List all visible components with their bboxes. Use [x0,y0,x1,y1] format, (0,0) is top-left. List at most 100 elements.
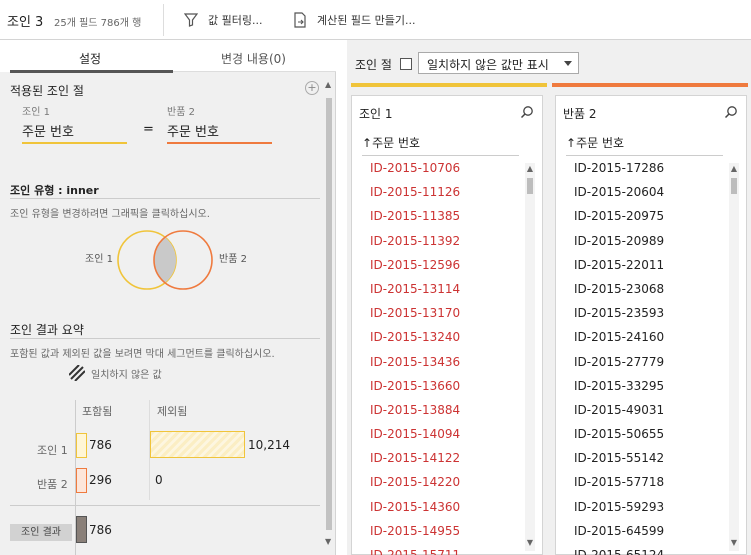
result-divider [10,505,320,506]
list-item[interactable]: ID-2015-55142 [556,446,736,470]
join-type-divider [10,198,320,199]
list-item[interactable]: ID-2015-57718 [556,470,736,494]
list-item[interactable]: ID-2015-13884 [352,398,532,422]
settings-tabs: 설정 변경 내용(0) [0,40,336,73]
hatched-legend-icon [69,365,85,381]
join1-included-bar[interactable] [76,433,87,458]
join1-values-list: ID-2015-10706 ID-2015-11126 ID-2015-11385 I… [352,156,532,555]
list-item[interactable]: ID-2015-20975 [556,204,736,228]
excluded-column-header: 제외됨 [157,405,188,418]
summary-row-label-returns2: 반품 2 [37,478,68,491]
scroll-down-arrow-icon[interactable]: ▼ [325,537,331,546]
right-field-underline [167,142,272,144]
join-summary-title: 조인 결과 요약 [10,323,84,337]
unmatched-filter-value: 일치하지 않은 값만 표시 [427,58,549,72]
list-item[interactable]: ID-2015-50655 [556,422,736,446]
list-item[interactable]: ID-2015-13660 [352,374,532,398]
venn-left-label: 조인 1 [85,254,113,265]
join-result-count: 786 [89,523,112,537]
join-clause-label: 조인 절 [355,58,392,72]
join1-list-scroll-thumb[interactable] [527,178,533,194]
step-stats: 25개 필드 786개 행 [54,18,142,29]
list-item[interactable]: ID-2015-13114 [352,277,532,301]
join-type-venn-diagram[interactable] [110,225,220,295]
calculated-field-icon [294,12,306,28]
left-join-field[interactable]: 주문 번호 [22,121,74,140]
join1-excluded-bar[interactable] [150,431,245,458]
join-result-label: 조인 결과 [10,524,72,541]
returns2-list-scrollbar[interactable] [729,163,739,551]
tab-changes[interactable]: 변경 내용(0) [221,50,286,67]
list-item[interactable]: ID-2015-13240 [352,325,532,349]
scroll-down-arrow-icon[interactable]: ▼ [731,538,737,547]
show-unmatched-checkbox[interactable] [400,58,412,70]
search-icon[interactable] [520,105,534,119]
unmatched-legend-label: 일치하지 않은 값 [91,370,162,381]
returns2-values-list: ID-2015-17286 ID-2015-20604 ID-2015-20975 I… [556,156,736,555]
list-item[interactable]: ID-2015-49031 [556,398,736,422]
applied-join-clause-title: 적용된 조인 절 [10,84,84,98]
join1-color-bar [351,83,547,87]
venn-right-label: 반품 2 [219,254,247,265]
list-item[interactable]: ID-2015-20989 [556,229,736,253]
list-item[interactable]: ID-2015-14360 [352,495,532,519]
join-result-bar[interactable] [76,516,87,543]
join-type-title: 조인 유형 : inner [10,184,99,197]
summary-row-label-join1: 조인 1 [37,444,68,457]
active-tab-indicator [10,70,173,73]
scroll-up-arrow-icon[interactable]: ▲ [731,164,737,173]
list-item[interactable]: ID-2015-14122 [352,446,532,470]
summary-divider [10,338,320,339]
list-item[interactable]: ID-2015-13170 [352,301,532,325]
tab-settings[interactable]: 설정 [79,50,101,67]
list-item[interactable]: ID-2015-27779 [556,350,736,374]
list-item[interactable]: ID-2015-17286 [556,156,736,180]
list-item[interactable]: ID-2015-14220 [352,470,532,494]
list-item[interactable]: ID-2015-33295 [556,374,736,398]
join1-list-scrollbar[interactable] [525,163,535,551]
join-type-hint: 조인 유형을 변경하려면 그래픽을 클릭하십시오. [10,209,210,220]
settings-scroll-thumb[interactable] [326,98,332,530]
list-item[interactable]: ID-2015-15711 [352,543,532,555]
toolbar-divider [163,4,164,36]
list-item[interactable]: ID-2015-14094 [352,422,532,446]
right-input-label: 반품 2 [167,107,195,118]
list-item[interactable]: ID-2015-20604 [556,180,736,204]
returns2-field-header-label: 주문 번호 [576,136,625,150]
list-item[interactable]: ID-2015-24160 [556,325,736,349]
top-toolbar: 조인 3 25개 필드 786개 행 값 필터링... 계산된 필드 만들기..… [0,0,751,40]
list-item[interactable]: ID-2015-64599 [556,519,736,543]
filter-values-button[interactable]: 값 필터링... [184,10,262,30]
right-join-field[interactable]: 주문 번호 [167,121,219,140]
returns2-included-bar[interactable] [76,468,87,493]
filter-values-label: 값 필터링... [208,14,263,27]
unmatched-filter-dropdown[interactable]: 일치하지 않은 값만 표시 [418,52,579,74]
scroll-up-arrow-icon[interactable]: ▲ [527,164,533,173]
list-item[interactable]: ID-2015-11126 [352,180,532,204]
join-operator[interactable]: = [143,122,154,137]
list-item[interactable]: ID-2015-59293 [556,495,736,519]
list-item[interactable]: ID-2015-11385 [352,204,532,228]
list-item[interactable]: ID-2015-14955 [352,519,532,543]
list-item[interactable]: ID-2015-12596 [352,253,532,277]
returns2-list-scroll-thumb[interactable] [731,178,737,194]
join1-field-header-label: 주문 번호 [372,136,421,150]
create-calculated-field-button[interactable]: 계산된 필드 만들기... [293,10,415,30]
returns2-excluded-count: 0 [155,473,163,487]
join1-field-header[interactable]: ↑주문 번호 [362,134,519,156]
included-column-header: 포함됨 [82,405,113,418]
list-item[interactable]: ID-2015-11392 [352,229,532,253]
scroll-down-arrow-icon[interactable]: ▼ [527,538,533,547]
search-icon[interactable] [724,105,738,119]
list-item[interactable]: ID-2015-23068 [556,277,736,301]
list-item[interactable]: ID-2015-65124 [556,543,736,555]
left-field-underline [22,142,127,144]
list-item[interactable]: ID-2015-22011 [556,253,736,277]
list-item[interactable]: ID-2015-13436 [352,350,532,374]
tab-divider [173,71,336,72]
add-clause-icon[interactable]: + [305,81,319,95]
list-item[interactable]: ID-2015-23593 [556,301,736,325]
scroll-up-arrow-icon[interactable]: ▲ [325,80,331,89]
list-item[interactable]: ID-2015-10706 [352,156,532,180]
returns2-field-header[interactable]: ↑주문 번호 [566,134,723,156]
